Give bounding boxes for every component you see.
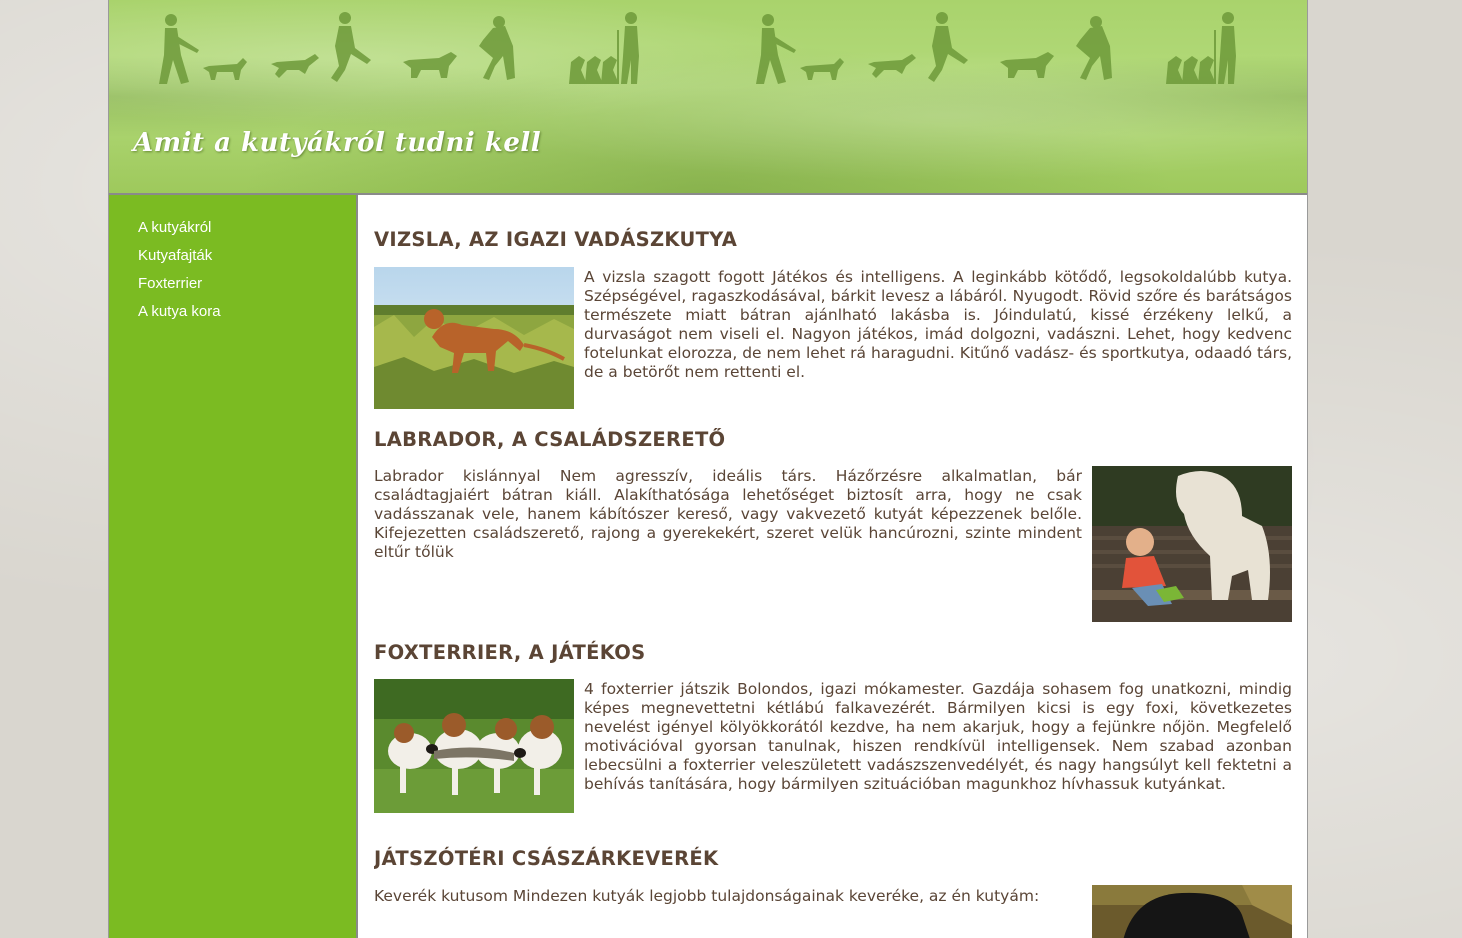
article-text: 4 foxterrier játszik Bolondos, igazi mók… xyxy=(584,680,1292,793)
article-text: Labrador kislánnyal Nem agresszív, ideál… xyxy=(374,467,1082,561)
article-heading: VIZSLA, AZ IGAZI VADÁSZKUTYA xyxy=(374,228,738,251)
nav-link-a-kutyakrol[interactable]: A kutyákról xyxy=(138,219,211,236)
nav-link-a-kutya-kora[interactable]: A kutya kora xyxy=(138,303,221,320)
article-heading: JÁTSZÓTÉRI CSÁSZÁRKEVERÉK xyxy=(374,847,719,870)
nav-item: Foxterrier xyxy=(138,273,356,293)
labrador-photo xyxy=(1092,466,1292,622)
article-vizsla: VIZSLA, AZ IGAZI VADÁSZKUTYA A vizsla sz… xyxy=(374,228,1292,409)
main-content: VIZSLA, AZ IGAZI VADÁSZKUTYA A vizsla sz… xyxy=(374,195,1292,938)
nav-link-foxterrier[interactable]: Foxterrier xyxy=(138,275,202,292)
walkers-silhouette-banner xyxy=(159,12,1236,84)
article-text: A vizsla szagott fogott Játékos és intel… xyxy=(584,268,1292,381)
article-labrador: LABRADOR, A CSALÁDSZERETŐ Labrador kislá… xyxy=(374,428,1292,622)
nav-item: A kutyákról xyxy=(138,217,356,237)
nav-item: Kutyafajták xyxy=(138,245,356,265)
article-mixed-breed: JÁTSZÓTÉRI CSÁSZÁRKEVERÉK Keverék kutuso… xyxy=(374,847,1292,938)
article-text: Keverék kutusom Mindezen kutyák legjobb … xyxy=(374,887,1040,905)
site-title: Amit a kutyákról tudni kell xyxy=(133,128,542,158)
mixed-breed-photo xyxy=(1092,885,1292,938)
article-foxterrier: FOXTERRIER, A JÁTÉKOS 4 foxterrier játsz… xyxy=(374,641,1292,813)
nav-item: A kutya kora xyxy=(138,301,356,321)
vizsla-photo xyxy=(374,267,574,409)
page: Amit a kutyákról tudni kell A kutyákról … xyxy=(108,0,1308,938)
article-heading: FOXTERRIER, A JÁTÉKOS xyxy=(374,641,646,664)
site-header: Amit a kutyákról tudni kell xyxy=(109,0,1307,195)
foxterrier-photo xyxy=(374,679,574,813)
sidebar-nav: A kutyákról Kutyafajták Foxterrier A kut… xyxy=(109,195,358,938)
article-heading: LABRADOR, A CSALÁDSZERETŐ xyxy=(374,428,726,451)
nav-link-kutyafajtak[interactable]: Kutyafajták xyxy=(138,247,212,264)
